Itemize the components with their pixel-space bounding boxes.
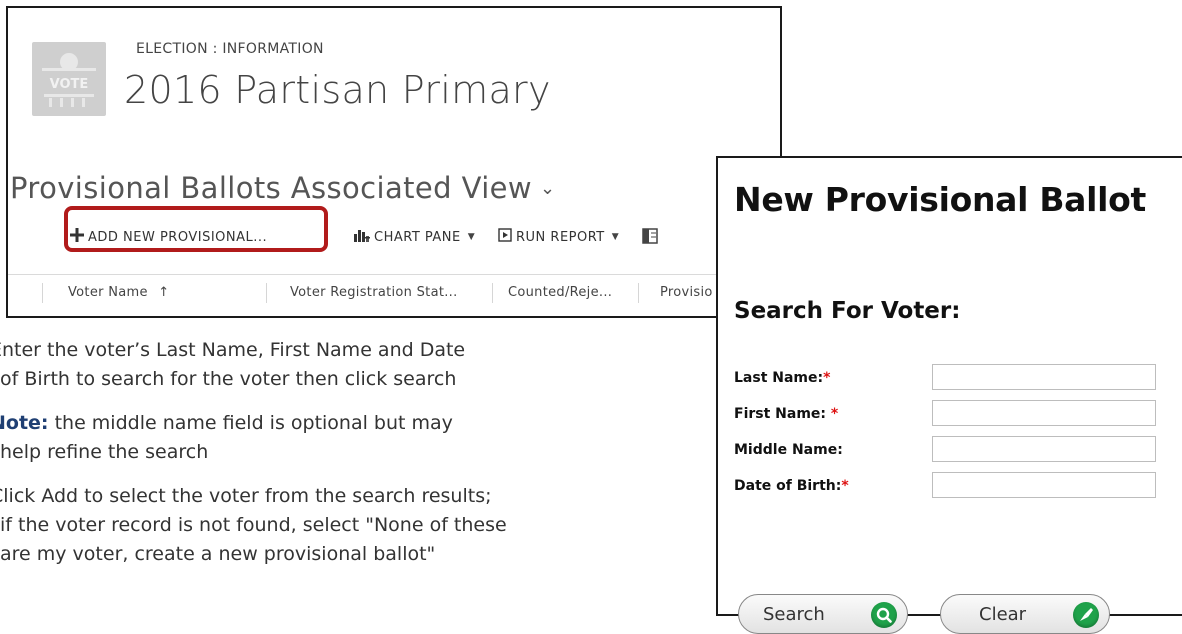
required-marker: * (823, 370, 831, 386)
column-voter-name-label: Voter Name (68, 285, 148, 300)
instruction-paragraph-1: Enter the voter’s Last Name, First Name … (0, 336, 720, 394)
add-button-highlight (64, 206, 328, 252)
column-divider (638, 283, 639, 303)
chart-icon (354, 228, 370, 246)
first-name-row: First Name: * (734, 400, 1174, 430)
last-name-row: Last Name:* (734, 364, 1174, 394)
clear-button[interactable]: Clear (940, 594, 1110, 634)
search-for-voter-heading: Search For Voter: (734, 298, 961, 324)
column-divider (42, 283, 43, 303)
run-report-button[interactable]: RUN REPORT ▼ (498, 228, 619, 246)
instruction-line: if the voter record is not found, select… (0, 514, 507, 536)
column-voter-name[interactable]: Voter Name ↑ (68, 285, 169, 300)
crm-election-panel: VOTE ELECTION : INFORMATION 2016 Partisa… (6, 6, 782, 318)
column-voter-registration-status[interactable]: Voter Registration Stat... (290, 285, 458, 300)
clear-button-label: Clear (979, 603, 1027, 625)
logo-text: VOTE (50, 77, 89, 92)
instruction-paragraph-2: Note: the middle name field is optional … (0, 409, 720, 467)
clear-icon (1073, 602, 1099, 628)
instruction-line: of Birth to search for the voter then cl… (0, 368, 457, 390)
instruction-line: are my voter, create a new provisional b… (0, 543, 436, 565)
column-counted-rejected[interactable]: Counted/Reje... (508, 285, 612, 300)
date-of-birth-input[interactable] (932, 472, 1156, 498)
required-marker: * (830, 406, 839, 422)
view-title-text: Provisional Ballots Associated View (10, 171, 533, 205)
instructions-text: Enter the voter’s Last Name, First Name … (0, 336, 720, 584)
instruction-line: Click Add to select the voter from the s… (0, 485, 492, 507)
last-name-label: Last Name:* (734, 370, 831, 386)
grid-header: Voter Name ↑ Voter Registration Stat... … (8, 274, 780, 315)
middle-name-label: Middle Name: (734, 442, 843, 458)
chevron-down-icon[interactable]: ⌄ (540, 178, 555, 199)
column-divider (266, 283, 267, 303)
view-title[interactable]: Provisional Ballots Associated View ⌄ (10, 171, 556, 205)
export-excel-button[interactable] (642, 228, 658, 248)
caret-down-icon: ▼ (611, 232, 620, 242)
sort-ascending-icon: ↑ (158, 285, 170, 300)
middle-name-row: Middle Name: (734, 436, 1174, 466)
search-button[interactable]: Search (738, 594, 908, 634)
run-report-label: RUN REPORT (516, 229, 605, 245)
chart-pane-label: CHART PANE (374, 229, 461, 245)
required-marker: * (841, 478, 849, 494)
instruction-paragraph-3: Click Add to select the voter from the s… (0, 482, 720, 569)
first-name-label: First Name: * (734, 406, 839, 422)
chart-pane-button[interactable]: CHART PANE ▼ (354, 228, 475, 246)
instruction-line: help refine the search (0, 441, 209, 463)
date-of-birth-row: Date of Birth:* (734, 472, 1174, 502)
ballot-form-title: New Provisional Ballot (734, 180, 1147, 219)
report-icon (498, 228, 512, 246)
instruction-line: the middle name field is optional but ma… (48, 412, 453, 434)
instruction-line: Enter the voter’s Last Name, First Name … (0, 339, 466, 361)
date-of-birth-label: Date of Birth:* (734, 478, 849, 494)
new-provisional-ballot-panel: New Provisional Ballot Search For Voter:… (716, 156, 1182, 616)
record-title: 2016 Partisan Primary (124, 68, 551, 112)
entity-label: ELECTION : INFORMATION (136, 41, 324, 57)
search-button-label: Search (763, 603, 825, 625)
excel-icon (642, 228, 658, 248)
last-name-input[interactable] (932, 364, 1156, 390)
vote-logo-icon: VOTE (32, 42, 106, 116)
search-icon (871, 602, 897, 628)
caret-down-icon: ▼ (467, 232, 476, 242)
middle-name-input[interactable] (932, 436, 1156, 462)
column-divider (492, 283, 493, 303)
note-label: Note: (0, 412, 49, 434)
first-name-input[interactable] (932, 400, 1156, 426)
